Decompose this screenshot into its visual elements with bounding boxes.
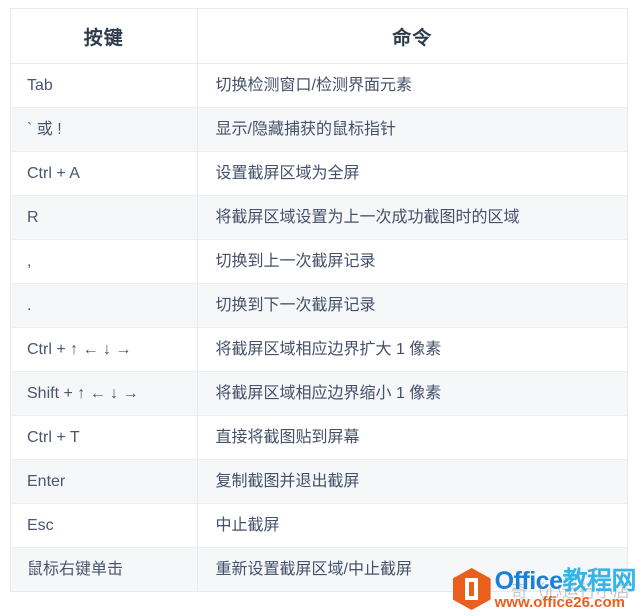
cell-key: R [11, 195, 198, 240]
cell-command: 切换检测窗口/检测界面元素 [197, 63, 627, 108]
cell-key: Ctrl + A [11, 151, 198, 196]
table-row: ` 或 ! 显示/隐藏捕获的鼠标指针 [11, 107, 627, 152]
command-label: 设置截屏区域为全屏 [215, 165, 360, 182]
command-label: 切换检测窗口/检测界面元素 [215, 77, 412, 94]
cell-command: 直接将截图贴到屏幕 [197, 415, 627, 460]
table-row: , 切换到上一次截屏记录 [11, 239, 627, 284]
key-label: Ctrl + A [27, 165, 80, 182]
table-row: Shift + ↑ ← ↓ → 将截屏区域相应边界缩小 1 像素 [11, 371, 627, 416]
key-label: Ctrl + T [27, 429, 80, 446]
cell-command: 复制截图并退出截屏 [197, 459, 627, 504]
key-label: Esc [27, 517, 54, 534]
column-header-key: 按键 [11, 9, 198, 64]
command-label: 将截屏区域相应边界缩小 1 像素 [215, 385, 442, 402]
cell-key: 鼠标右键单击 [11, 547, 198, 591]
column-header-command: 命令 [197, 9, 627, 64]
command-label: 切换到下一次截屏记录 [215, 297, 376, 314]
cell-key: Tab [11, 63, 198, 108]
command-label: 直接将截图贴到屏幕 [215, 429, 360, 446]
key-label: Ctrl + ↑ ← ↓ → [27, 341, 132, 358]
key-label: . [27, 297, 32, 314]
key-label: 鼠标右键单击 [27, 561, 124, 578]
cell-key: , [11, 239, 198, 284]
table-row: Ctrl + A 设置截屏区域为全屏 [11, 151, 627, 196]
screenshot-page: 按键 命令 Tab 切换检测窗口/检测界面元素 ` 或 ! 显示/隐藏捕获的鼠标指针 C… [0, 0, 640, 616]
table-row: . 切换到下一次截屏记录 [11, 283, 627, 328]
key-label: , [27, 253, 32, 270]
table-body: Tab 切换检测窗口/检测界面元素 ` 或 ! 显示/隐藏捕获的鼠标指针 Ctrl + … [11, 63, 627, 591]
cell-command: 显示/隐藏捕获的鼠标指针 [197, 107, 627, 152]
cell-key: Esc [11, 503, 198, 548]
command-label: 中止截屏 [215, 517, 280, 534]
command-label: 复制截图并退出截屏 [215, 473, 360, 490]
watermark-url: www.office26.com [494, 593, 625, 611]
table-row: Tab 切换检测窗口/检测界面元素 [11, 63, 627, 108]
cell-key: . [11, 283, 198, 328]
cell-key: Ctrl + T [11, 415, 198, 460]
cell-command: 切换到上一次截屏记录 [197, 239, 627, 284]
table-header-row: 按键 命令 [11, 9, 627, 64]
table-row: Ctrl + T 直接将截图贴到屏幕 [11, 415, 627, 460]
command-label: 显示/隐藏捕获的鼠标指针 [215, 121, 396, 138]
table-row: Ctrl + ↑ ← ↓ → 将截屏区域相应边界扩大 1 像素 [11, 327, 627, 372]
command-label: 将截屏区域设置为上一次成功截图时的区域 [215, 209, 520, 226]
table-header: 按键 命令 [11, 9, 627, 64]
cell-command: 将截屏区域设置为上一次成功截图时的区域 [197, 195, 627, 240]
cell-command: 切换到下一次截屏记录 [197, 283, 627, 328]
shortcut-table-container: 按键 命令 Tab 切换检测窗口/检测界面元素 ` 或 ! 显示/隐藏捕获的鼠标指针 C… [10, 8, 628, 592]
command-label: 重新设置截屏区域/中止截屏 [215, 561, 412, 578]
cell-command: 将截屏区域相应边界缩小 1 像素 [197, 371, 627, 416]
key-label: Tab [27, 77, 53, 94]
cell-command: 中止截屏 [197, 503, 627, 548]
cell-command: 设置截屏区域为全屏 [197, 151, 627, 196]
key-label: Enter [27, 473, 66, 490]
cell-command: 将截屏区域相应边界扩大 1 像素 [197, 327, 627, 372]
key-label: R [27, 209, 39, 226]
table-row: Esc 中止截屏 [11, 503, 627, 548]
table-row: Enter 复制截图并退出截屏 [11, 459, 627, 504]
command-label: 将截屏区域相应边界扩大 1 像素 [215, 341, 442, 358]
shortcut-table: 按键 命令 Tab 切换检测窗口/检测界面元素 ` 或 ! 显示/隐藏捕获的鼠标指针 C… [11, 9, 627, 591]
cell-key: Ctrl + ↑ ← ↓ → [11, 327, 198, 372]
cell-command: 重新设置截屏区域/中止截屏 [197, 547, 627, 591]
cell-key: ` 或 ! [11, 107, 198, 152]
cell-key: Enter [11, 459, 198, 504]
table-row: R 将截屏区域设置为上一次成功截图时的区域 [11, 195, 627, 240]
key-label: ` 或 ! [27, 121, 62, 138]
table-row: 鼠标右键单击 重新设置截屏区域/中止截屏 [11, 547, 627, 591]
cell-key: Shift + ↑ ← ↓ → [11, 371, 198, 416]
command-label: 切换到上一次截屏记录 [215, 253, 376, 270]
key-label: Shift + ↑ ← ↓ → [27, 385, 139, 402]
